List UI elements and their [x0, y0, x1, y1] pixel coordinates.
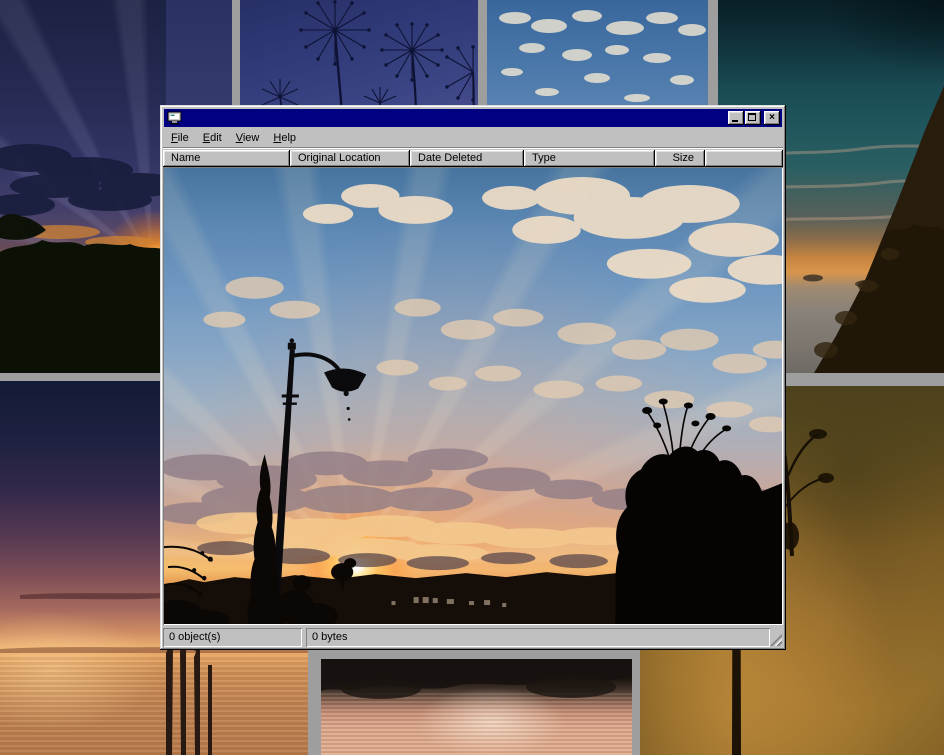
status-bar: 0 object(s) 0 bytes — [163, 628, 783, 647]
close-button[interactable]: × — [764, 111, 780, 125]
column-header-original-location[interactable]: Original Location — [290, 150, 410, 167]
column-header-filler — [705, 150, 783, 167]
status-object-count: 0 object(s) — [163, 628, 302, 647]
menu-bar: File Edit View Help — [163, 128, 783, 147]
maximize-button[interactable] — [745, 111, 761, 125]
file-list-area[interactable] — [163, 167, 783, 625]
close-icon: × — [769, 113, 775, 123]
menu-view[interactable]: View — [229, 130, 267, 146]
menu-edit[interactable]: Edit — [196, 130, 229, 146]
status-size: 0 bytes — [306, 628, 770, 647]
column-header-name[interactable]: Name — [163, 150, 290, 167]
folder-background-photo — [164, 168, 782, 624]
menu-help[interactable]: Help — [266, 130, 303, 146]
column-header-date-deleted[interactable]: Date Deleted — [410, 150, 524, 167]
reflection-trees-graphic — [321, 659, 632, 755]
bright-clouds — [303, 177, 782, 303]
minimize-button[interactable] — [728, 111, 744, 125]
photo-tile-water-reflection — [321, 659, 632, 755]
column-header-size[interactable]: Size — [655, 150, 705, 167]
column-header-row: Name Original Location Date Deleted Type… — [163, 150, 783, 167]
menu-file[interactable]: File — [164, 130, 196, 146]
menu-divider — [163, 147, 783, 149]
computer-icon — [167, 111, 182, 125]
sunburst-silhouette-graphic — [0, 0, 166, 373]
right-trees-silhouette — [615, 398, 782, 624]
desktop: × File Edit View Help Name Original Loca… — [0, 0, 944, 755]
photo-tile-dill-silhouette — [240, 0, 478, 115]
resize-grip[interactable] — [770, 628, 783, 647]
titlebar[interactable]: × — [164, 109, 782, 127]
photo-tile-sunburst-dusk — [0, 0, 166, 373]
dill-silhouette-graphic — [240, 0, 478, 115]
cloud-sky-clouds-graphic — [487, 0, 708, 115]
maximize-icon — [748, 113, 756, 121]
recycle-bin-window: × File Edit View Help Name Original Loca… — [160, 105, 786, 650]
sunset-scene-graphic — [164, 168, 782, 624]
minimize-icon — [732, 120, 738, 122]
photo-tile-cloud-sky — [487, 0, 708, 115]
column-header-type[interactable]: Type — [524, 150, 655, 167]
